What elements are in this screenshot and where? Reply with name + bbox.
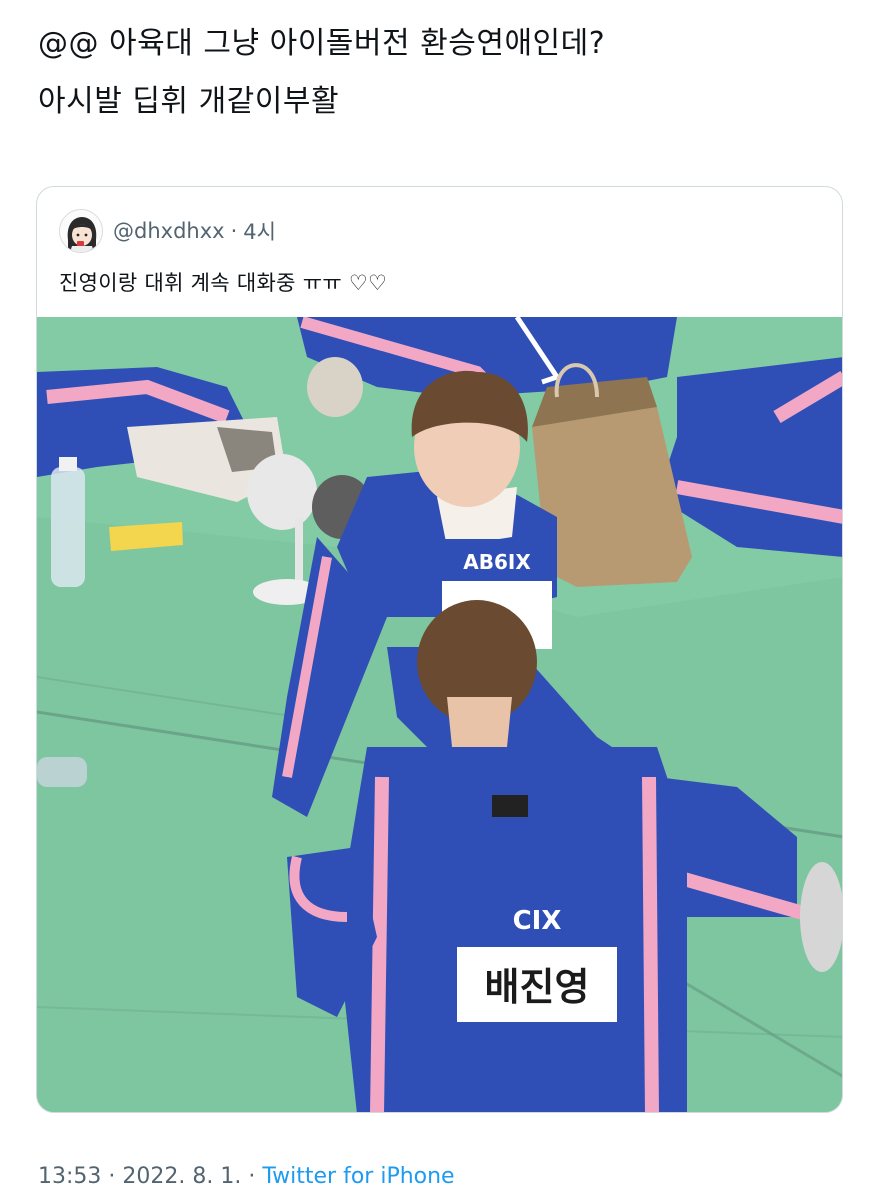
bib-back-team: CIX [513,906,562,936]
avatar-illustration [60,210,102,252]
tweet-metadata: 13:53 · 2022. 8. 1. · Twitter for iPhone [38,1164,455,1189]
bib-back-name: 배진영 [485,965,590,1009]
quoted-tweet-text: 진영이랑 대휘 계속 대화중 ㅠㅠ ♡♡ [59,271,388,295]
avatar[interactable] [59,209,103,253]
tweet-date[interactable]: 2022. 8. 1. [122,1164,241,1189]
meta-separator: · [108,1164,116,1189]
quoted-tweet-header: @dhxdhxx · 4시 [59,209,276,253]
quoted-author-handle[interactable]: @dhxdhxx [113,219,225,243]
tweet-text: @@ 아육대 그냥 아이돌버전 환승연애인데? 아시발 딥휘 개같이부활 [38,22,838,138]
bib-front-team: AB6IX [463,550,531,574]
quoted-tweet-card[interactable]: @dhxdhxx · 4시 진영이랑 대휘 계속 대화중 ㅠㅠ ♡♡ AB6IX… [36,186,843,1113]
photo-scene: AB6IX CIX 배진영 [37,317,842,1112]
tweet-source-link[interactable]: Twitter for iPhone [262,1164,454,1189]
tweet-time[interactable]: 13:53 [38,1164,101,1189]
quoted-photo[interactable]: AB6IX CIX 배진영 [37,317,842,1112]
tweet-line-2: 아시발 딥휘 개같이부활 [38,84,340,119]
meta-separator: · [248,1164,256,1189]
header-separator: · [230,219,238,243]
quoted-timestamp[interactable]: 4시 [243,216,276,246]
tweet-line-1: @@ 아육대 그냥 아이돌버전 환승연애인데? [38,26,606,61]
